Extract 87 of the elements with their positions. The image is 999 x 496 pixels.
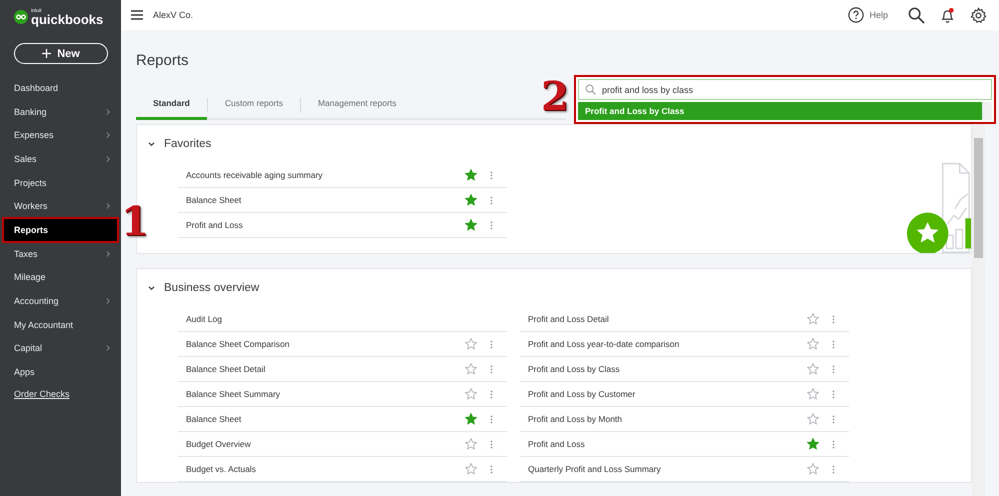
company-name: AlexV Co. xyxy=(153,10,194,20)
report-link[interactable]: Profit and Loss by Class xyxy=(528,364,807,374)
menu-icon[interactable] xyxy=(131,10,143,20)
more-options-icon[interactable] xyxy=(490,464,493,474)
sidebar-item[interactable]: Taxes xyxy=(0,242,121,266)
caret-icon[interactable] xyxy=(148,286,155,290)
star-outline-icon[interactable] xyxy=(807,388,819,400)
filled-star-icon[interactable] xyxy=(465,169,477,181)
star-outline-icon[interactable] xyxy=(807,363,819,375)
sidebar-item[interactable]: My Accountant xyxy=(0,312,121,337)
report-link[interactable]: Budget vs. Actuals xyxy=(186,464,465,474)
annotation-number: 2 xyxy=(541,77,569,117)
more-options-icon[interactable] xyxy=(490,364,493,374)
star-outline-icon[interactable] xyxy=(807,413,819,425)
more-options-icon[interactable] xyxy=(490,438,493,450)
star-outline-icon[interactable] xyxy=(807,338,819,350)
report-link[interactable]: Profit and Loss year-to-date comparison xyxy=(528,339,807,349)
more-options-icon[interactable] xyxy=(490,220,493,230)
search-icon[interactable] xyxy=(908,6,925,24)
more-options-icon[interactable] xyxy=(832,388,835,400)
settings-icon[interactable] xyxy=(970,6,987,24)
report-link[interactable]: Profit and Loss by Month xyxy=(528,414,807,424)
scrollbar[interactable] xyxy=(982,102,992,120)
new-button[interactable]: New xyxy=(14,43,108,64)
tab[interactable]: Custom reports xyxy=(208,91,300,120)
sidebar-item[interactable]: Workers xyxy=(0,194,121,218)
tab[interactable]: Standard xyxy=(136,91,207,120)
filled-star-icon[interactable] xyxy=(465,194,477,206)
sidebar-item[interactable]: Dashboard xyxy=(0,76,121,100)
scrollbar[interactable] xyxy=(972,124,985,496)
sidebar-item[interactable]: Accounting xyxy=(0,289,121,313)
report-link[interactable]: Profit and Loss xyxy=(528,439,807,449)
more-options-icon[interactable] xyxy=(832,414,835,424)
more-options-icon[interactable] xyxy=(490,414,493,424)
more-options-icon[interactable] xyxy=(490,194,493,206)
more-options-icon[interactable] xyxy=(832,364,835,374)
brand-name: quickbooks xyxy=(31,12,104,26)
star-outline-icon[interactable] xyxy=(465,438,477,450)
sidebar-item[interactable]: Apps xyxy=(0,360,121,384)
star-outline-icon[interactable] xyxy=(807,463,819,475)
sidebar-item[interactable]: Banking xyxy=(0,100,121,124)
report-link[interactable]: Accounts receivable aging summary xyxy=(186,170,465,180)
star-outline-icon[interactable] xyxy=(465,338,477,350)
filled-star-icon[interactable] xyxy=(465,413,477,425)
more-options-icon[interactable] xyxy=(490,170,493,180)
search-icon xyxy=(585,84,596,95)
more-options-icon[interactable] xyxy=(832,338,835,350)
annotation-number: 1 xyxy=(121,202,149,242)
section-title: Favorites xyxy=(164,138,212,150)
bell-icon[interactable] xyxy=(939,6,956,24)
sidebar-item[interactable]: Sales xyxy=(0,147,121,171)
sidebar-item[interactable]: Mileage xyxy=(0,266,121,290)
caret-icon[interactable] xyxy=(148,142,155,146)
report-link[interactable]: Profit and Loss xyxy=(186,220,465,230)
plus-icon xyxy=(42,49,52,58)
report-link[interactable]: Balance Sheet Comparison xyxy=(186,339,465,349)
sidebar-item[interactable]: Capital xyxy=(0,336,121,360)
sidebar-item[interactable]: Reports xyxy=(3,218,118,242)
logo-icon xyxy=(14,10,28,24)
report-link[interactable]: Quarterly Profit and Loss Summary xyxy=(528,464,807,474)
more-options-icon[interactable] xyxy=(832,438,835,450)
star-outline-icon[interactable] xyxy=(465,388,477,400)
report-link[interactable]: Profit and Loss Detail xyxy=(528,314,807,324)
help-button[interactable]: Help xyxy=(848,7,888,23)
star-outline-icon[interactable] xyxy=(465,363,477,375)
report-link[interactable]: Balance Sheet xyxy=(186,195,465,205)
filled-star-icon[interactable] xyxy=(465,219,477,231)
star-outline-icon[interactable] xyxy=(465,463,477,475)
report-link[interactable]: Balance Sheet Detail xyxy=(186,364,465,374)
more-options-icon[interactable] xyxy=(490,338,493,350)
more-options-icon[interactable] xyxy=(832,314,835,324)
report-link[interactable]: Balance Sheet xyxy=(186,414,465,424)
report-link[interactable]: Balance Sheet Summary xyxy=(186,389,465,399)
filled-star-icon[interactable] xyxy=(807,438,819,450)
star-outline-icon[interactable] xyxy=(807,313,819,325)
sidebar-item[interactable]: Expenses xyxy=(0,123,121,148)
section-title: Business overview xyxy=(164,282,260,294)
page-title: Reports xyxy=(136,52,190,69)
search-field[interactable]: profit and loss by class xyxy=(578,79,992,100)
order-checks-link[interactable]: Order Checks xyxy=(0,384,121,404)
sidebar-item[interactable]: Projects xyxy=(0,170,121,194)
report-link[interactable]: Audit Log xyxy=(186,314,493,324)
more-options-icon[interactable] xyxy=(832,464,835,474)
report-link[interactable]: Profit and Loss by Customer xyxy=(528,389,807,399)
report-link[interactable]: Budget Overview xyxy=(186,439,465,449)
more-options-icon[interactable] xyxy=(490,388,493,400)
tab[interactable]: Management reports xyxy=(300,91,414,120)
